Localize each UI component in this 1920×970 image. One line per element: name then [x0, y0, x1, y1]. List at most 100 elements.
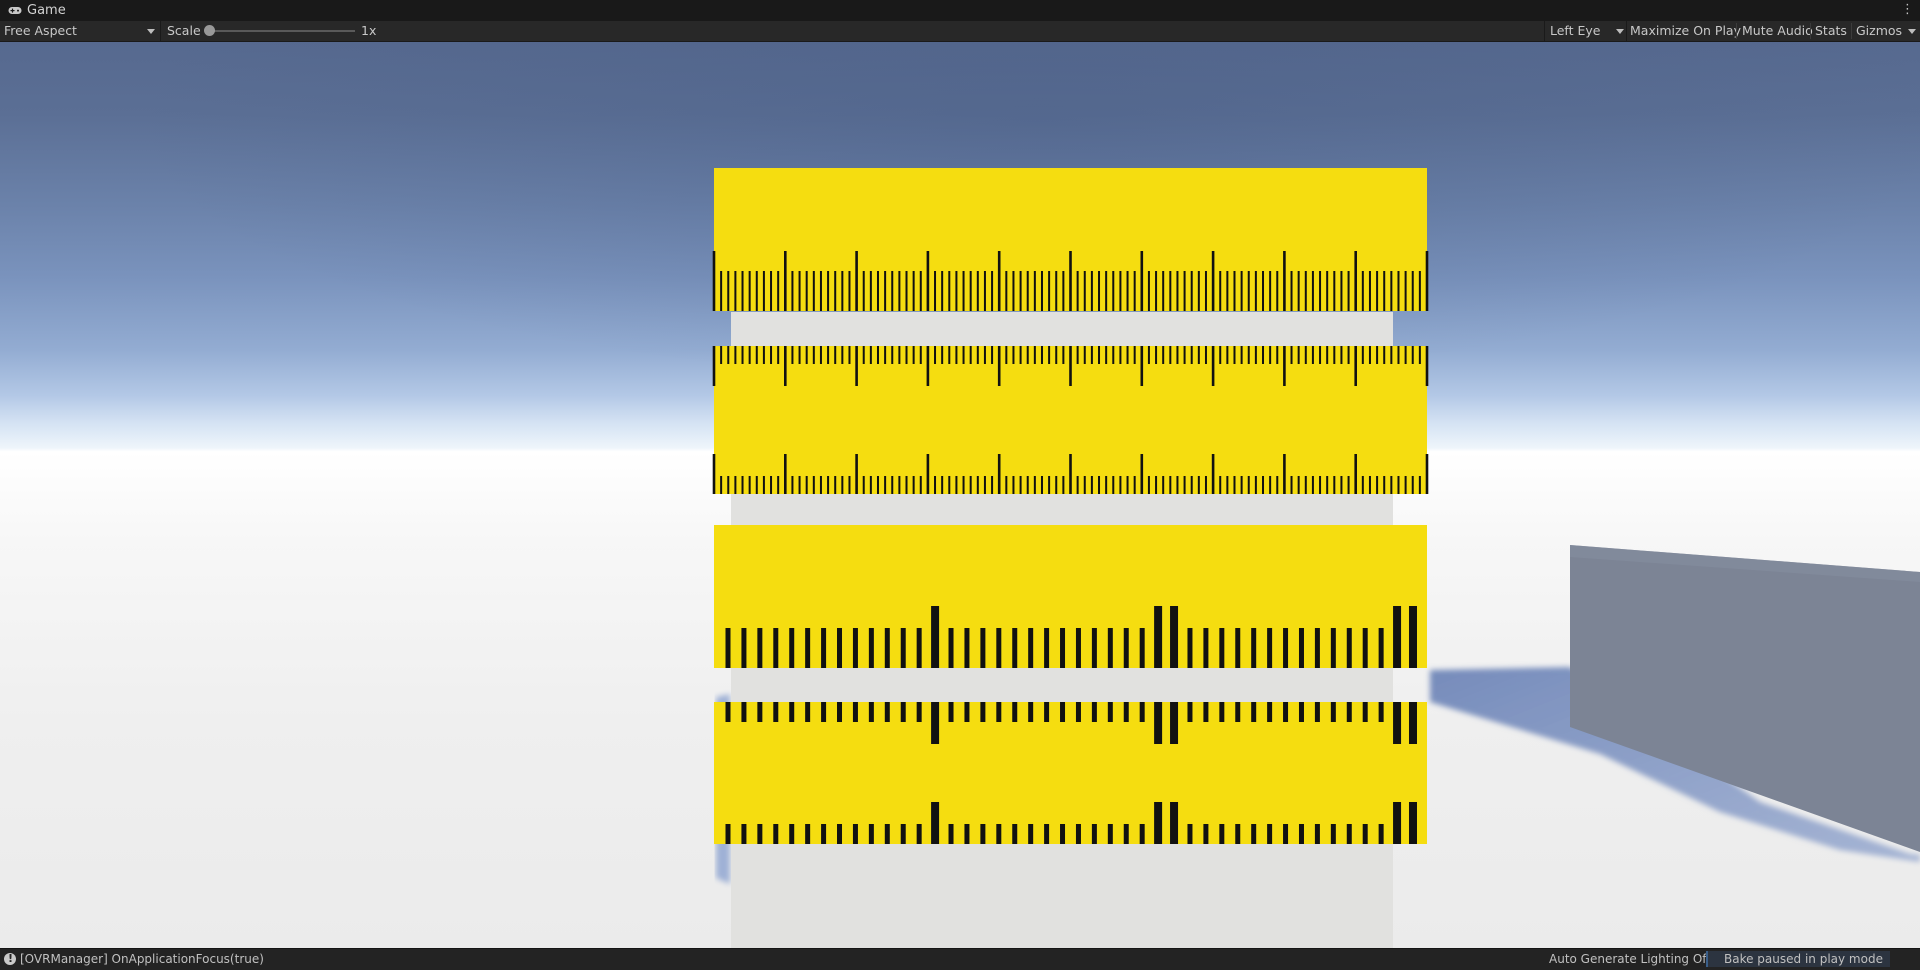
scale-slider-track[interactable] — [210, 30, 355, 32]
ruler-tick — [1107, 628, 1113, 668]
ruler-tick — [1290, 346, 1293, 364]
ruler-tick — [1226, 476, 1229, 494]
ruler-tick — [1333, 476, 1336, 494]
ruler-tick — [1076, 271, 1079, 311]
eye-dropdown[interactable]: Left Eye — [1550, 21, 1624, 41]
bake-status[interactable]: Bake paused in play mode — [1706, 951, 1890, 967]
ruler-tick — [1267, 628, 1273, 668]
ruler-tick — [1028, 702, 1034, 722]
mute-audio-button[interactable]: Mute Audio — [1736, 21, 1819, 41]
ruler-tick — [1026, 271, 1029, 311]
ruler-tick — [1203, 628, 1209, 668]
scene-render — [712, 168, 1920, 948]
ruler-tick — [1397, 476, 1400, 494]
ruler-tick — [1226, 346, 1229, 364]
ruler-tick — [1055, 271, 1058, 311]
ruler-tick — [848, 476, 851, 494]
ruler-tick — [1026, 476, 1029, 494]
ruler-tick — [777, 476, 780, 494]
aspect-dropdown[interactable]: Free Aspect — [4, 21, 155, 41]
ruler-tick — [1269, 346, 1272, 364]
ruler-tick — [919, 476, 922, 494]
ruler-tick — [827, 476, 830, 494]
console-message[interactable]: [OVRManager] OnApplicationFocus(true) — [20, 949, 264, 969]
ruler-tick — [1247, 271, 1250, 311]
ruler-tick — [734, 346, 737, 364]
ruler-tick — [855, 251, 858, 311]
ruler-tick — [1314, 702, 1320, 722]
ruler-tick — [969, 271, 972, 311]
ruler-tick — [741, 824, 747, 844]
ruler-tick — [1397, 346, 1400, 364]
ruler-tick — [1408, 606, 1417, 668]
ruler-tick — [919, 271, 922, 311]
ruler-tick — [1044, 824, 1050, 844]
ruler-tick — [1069, 251, 1072, 311]
ruler-tick — [1319, 271, 1322, 311]
maximize-on-play-button[interactable]: Maximize On Play — [1624, 21, 1747, 41]
ruler-tick — [912, 476, 915, 494]
ruler-tick — [1204, 476, 1207, 494]
ruler-tick — [755, 476, 758, 494]
ruler-tick — [996, 824, 1002, 844]
kebab-menu-icon[interactable]: ⋮ — [1901, 3, 1914, 17]
ruler-tick — [1069, 454, 1072, 494]
ruler-tick — [725, 628, 731, 668]
ruler-tick — [720, 476, 723, 494]
ruler-tick — [948, 271, 951, 311]
ruler-tick — [1040, 476, 1043, 494]
ruler-tick — [869, 346, 872, 364]
ruler-tick — [1126, 271, 1129, 311]
ruler-tick — [1183, 271, 1186, 311]
ruler-tick — [789, 628, 795, 668]
tab-game[interactable]: Game — [0, 0, 74, 21]
ruler-tick — [1190, 271, 1193, 311]
ruler-tick — [862, 271, 865, 311]
ruler-tick — [955, 476, 958, 494]
ruler-tick — [1005, 476, 1008, 494]
ruler-tick — [1140, 346, 1144, 386]
ruler-tick — [1269, 476, 1272, 494]
ruler-tick — [869, 476, 872, 494]
ruler-tick — [1028, 628, 1034, 668]
ruler-tick — [1119, 476, 1122, 494]
gizmos-dropdown[interactable]: Gizmos — [1856, 21, 1916, 41]
ruler-tick — [1204, 346, 1207, 364]
ruler-tick — [1098, 476, 1101, 494]
ruler-tick — [1219, 628, 1225, 668]
info-icon — [4, 952, 16, 965]
scale-slider-handle[interactable] — [204, 25, 215, 36]
ruler-tick — [1251, 628, 1257, 668]
ruler-tick — [1105, 476, 1108, 494]
ruler-tick — [1076, 346, 1079, 364]
chevron-down-icon — [1616, 29, 1624, 34]
tab-title: Game — [27, 3, 66, 18]
ruler-tick — [741, 628, 747, 668]
ruler-tick — [712, 454, 716, 494]
ruler-tick — [1235, 628, 1241, 668]
ruler-tick — [834, 346, 837, 364]
ruler-tick — [1147, 476, 1150, 494]
game-viewport[interactable] — [0, 42, 1920, 948]
ruler-tick — [1233, 346, 1236, 364]
ruler-tick — [1033, 346, 1036, 364]
ruler-tick — [1404, 476, 1407, 494]
ruler-tick — [934, 476, 937, 494]
ruler-tick — [1262, 346, 1265, 364]
ruler-tick — [955, 346, 958, 364]
stats-button[interactable]: Stats — [1809, 21, 1853, 41]
ruler-tick — [1098, 346, 1101, 364]
ruler-tick — [934, 271, 937, 311]
ruler-tick — [1408, 802, 1417, 844]
ruler-tick — [762, 346, 765, 364]
ruler-tick — [1254, 271, 1257, 311]
ruler-tick — [1176, 271, 1179, 311]
ruler-tick — [1040, 346, 1043, 364]
ruler-tick — [1091, 702, 1097, 722]
ruler-tick — [1162, 476, 1165, 494]
ruler-tick — [1311, 271, 1314, 311]
ruler-tick — [1297, 271, 1300, 311]
ruler-tick — [1105, 271, 1108, 311]
ruler-tick — [926, 346, 930, 386]
ruler-tick — [955, 271, 958, 311]
